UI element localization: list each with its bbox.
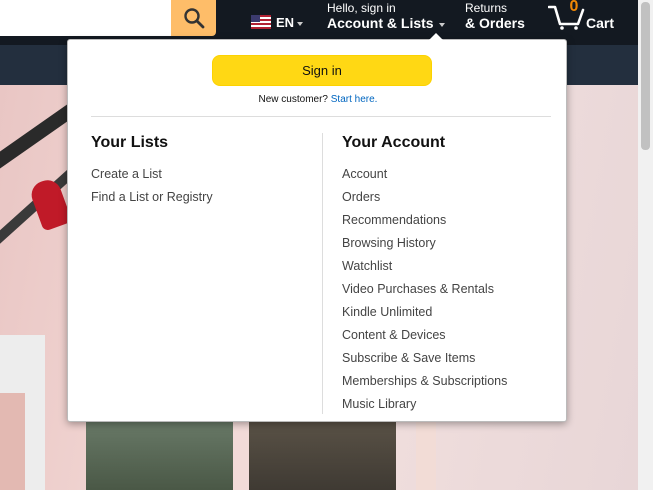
language-selector[interactable]: EN bbox=[251, 12, 304, 32]
cart-count: 0 bbox=[569, 0, 579, 15]
browsing-history-link[interactable]: Browsing History bbox=[342, 232, 562, 255]
your-lists-column: Your Lists Create a List Find a List or … bbox=[91, 133, 311, 209]
your-account-column: Your Account Account Orders Recommendati… bbox=[342, 133, 562, 416]
start-here-link[interactable]: Start here. bbox=[331, 94, 378, 105]
new-customer-text: New customer? bbox=[258, 94, 328, 105]
video-purchases-link[interactable]: Video Purchases & Rentals bbox=[342, 278, 562, 301]
create-list-link[interactable]: Create a List bbox=[91, 163, 311, 186]
kindle-unlimited-link[interactable]: Kindle Unlimited bbox=[342, 301, 562, 324]
product-card-image[interactable] bbox=[416, 415, 436, 490]
cart-icon bbox=[548, 5, 585, 30]
chevron-down-icon bbox=[438, 22, 445, 27]
account-lists-label: Account & Lists bbox=[327, 15, 434, 31]
account-greeting: Hello, sign in bbox=[327, 1, 396, 15]
account-lists-flyout: Sign in New customer? Start here. Your L… bbox=[67, 39, 567, 422]
search-icon bbox=[183, 8, 204, 29]
chevron-down-icon bbox=[297, 22, 304, 26]
music-library-link[interactable]: Music Library bbox=[342, 393, 562, 416]
search-input[interactable] bbox=[0, 0, 172, 36]
sign-in-button[interactable]: Sign in bbox=[212, 55, 432, 86]
find-registry-link[interactable]: Find a List or Registry bbox=[91, 186, 311, 209]
your-lists-list: Create a List Find a List or Registry bbox=[91, 163, 311, 209]
search-button[interactable] bbox=[171, 0, 216, 36]
orders-link[interactable]: Orders bbox=[342, 186, 562, 209]
account-lists-menu[interactable]: Hello, sign in Account & Lists bbox=[327, 0, 445, 36]
column-divider bbox=[322, 133, 323, 414]
subscribe-save-link[interactable]: Subscribe & Save Items bbox=[342, 347, 562, 370]
flyout-pointer bbox=[429, 33, 443, 40]
content-devices-link[interactable]: Content & Devices bbox=[342, 324, 562, 347]
divider bbox=[91, 116, 551, 117]
account-link[interactable]: Account bbox=[342, 163, 562, 186]
orders-label: & Orders bbox=[465, 15, 525, 31]
your-account-list: Account Orders Recommendations Browsing … bbox=[342, 163, 562, 416]
watchlist-link[interactable]: Watchlist bbox=[342, 255, 562, 278]
product-card-image[interactable] bbox=[86, 415, 233, 490]
returns-orders-link[interactable]: Returns & Orders bbox=[465, 0, 525, 31]
memberships-link[interactable]: Memberships & Subscriptions bbox=[342, 370, 562, 393]
page-scrollbar[interactable] bbox=[638, 0, 653, 490]
us-flag-icon bbox=[251, 15, 271, 29]
cart-button[interactable]: 0 Cart bbox=[548, 0, 618, 36]
product-card-image[interactable] bbox=[249, 415, 396, 490]
product-card-image bbox=[0, 393, 25, 490]
your-account-heading: Your Account bbox=[342, 134, 446, 151]
account-lists-label-row: Account & Lists bbox=[327, 15, 445, 31]
scrollbar-thumb[interactable] bbox=[641, 2, 650, 150]
returns-label: Returns bbox=[465, 1, 508, 15]
cart-label: Cart bbox=[586, 15, 615, 31]
language-code: EN bbox=[276, 14, 295, 30]
recommendations-link[interactable]: Recommendations bbox=[342, 209, 562, 232]
your-lists-heading: Your Lists bbox=[91, 134, 169, 151]
new-customer-prompt: New customer? Start here. bbox=[68, 94, 568, 105]
